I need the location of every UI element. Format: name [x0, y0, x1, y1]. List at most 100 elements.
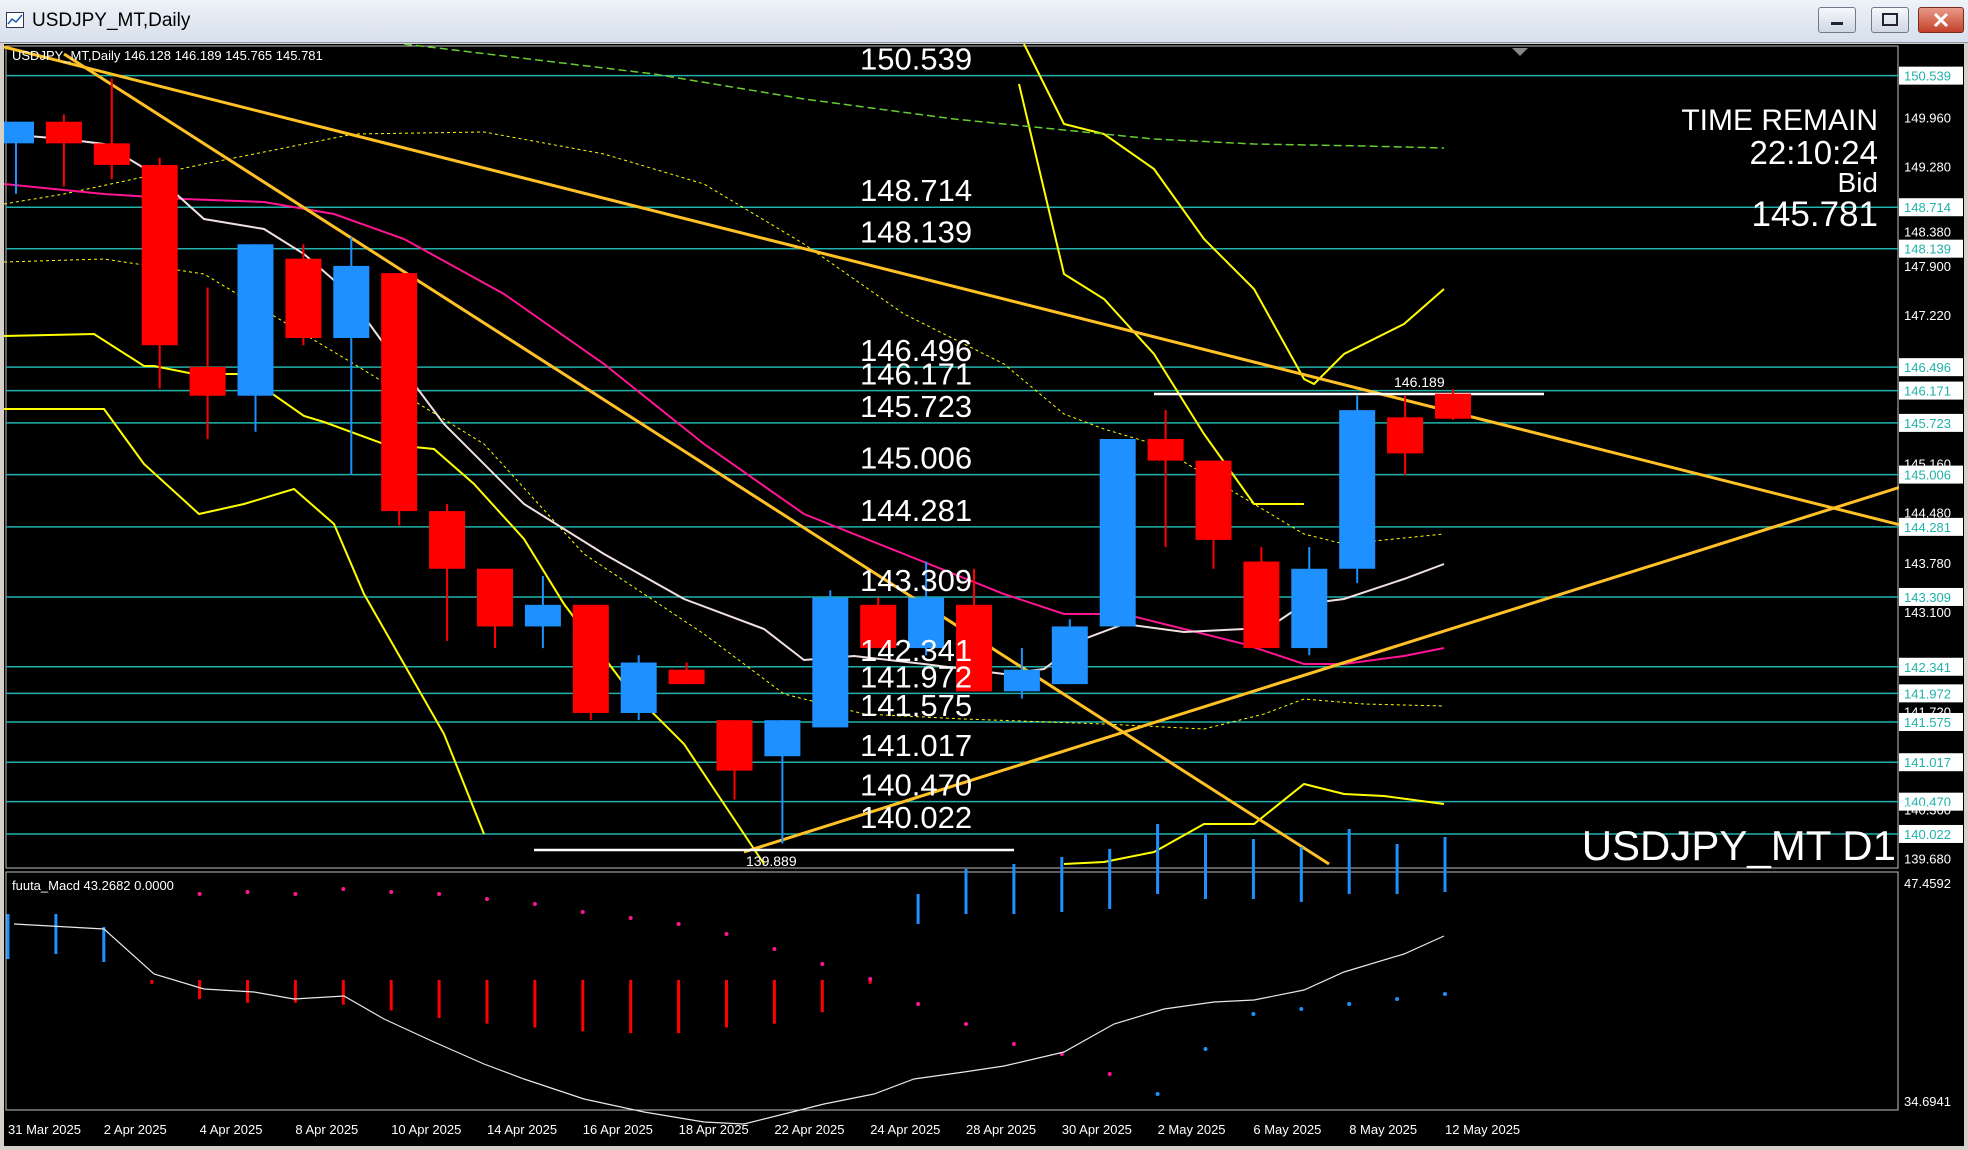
level-price-label: 145.006 — [860, 441, 972, 476]
candle-bear — [1147, 438, 1184, 461]
price-axis-label: 141.575 — [1904, 715, 1951, 730]
x-axis-label: 2 May 2025 — [1158, 1122, 1226, 1137]
macd-signal-dot — [1251, 1012, 1256, 1016]
macd-signal-dot — [245, 890, 250, 894]
candle-bull — [764, 720, 801, 757]
price-axis-label: 149.280 — [1904, 159, 1951, 174]
candle-bear — [45, 121, 82, 144]
price-axis-label: 149.960 — [1904, 110, 1951, 125]
candle-bull — [620, 662, 657, 713]
price-axis-label: 147.900 — [1904, 259, 1951, 274]
candle-bear — [141, 164, 178, 346]
price-axis-label: 146.171 — [1904, 384, 1951, 399]
ma-pink-line — [4, 183, 1445, 665]
x-axis-label: 12 May 2025 — [1445, 1122, 1520, 1137]
level-price-label: 140.470 — [860, 768, 972, 803]
price-chart[interactable]: 146.189 139.889 150.539 148.714 148.139 146.4… — [4, 44, 1964, 1146]
candle-bull — [1291, 568, 1328, 649]
x-axis-label: 24 Apr 2025 — [870, 1122, 940, 1137]
macd-axis-bottom: 34.6941 — [1904, 1094, 1951, 1109]
candle-bear — [668, 669, 705, 685]
candle-bear — [1243, 561, 1280, 649]
level-price-label: 148.139 — [860, 215, 972, 250]
level-price-label: 146.171 — [860, 357, 972, 392]
candle-bear — [93, 143, 130, 165]
minimize-button[interactable] — [1818, 7, 1856, 33]
window-titlebar: USDJPY_MT,Daily — [0, 0, 1968, 43]
price-axis-label: 146.496 — [1904, 360, 1951, 375]
bid-value: 145.781 — [1751, 195, 1878, 234]
macd-signal-dot — [628, 916, 633, 920]
symbol-watermark: USDJPY_MT D1 — [1582, 822, 1896, 869]
x-axis-label: 31 Mar 2025 — [8, 1122, 81, 1137]
x-axis-label: 28 Apr 2025 — [966, 1122, 1036, 1137]
envelope-line — [1023, 44, 1445, 386]
price-axis-label: 145.006 — [1904, 468, 1951, 483]
candle-bear — [477, 568, 513, 627]
candle-bear — [429, 511, 466, 569]
price-axis-label: 143.780 — [1904, 556, 1951, 571]
shift-marker-icon — [1512, 48, 1528, 56]
price-axis-label: 148.139 — [1904, 242, 1951, 257]
x-axis-label: 8 Apr 2025 — [295, 1122, 358, 1137]
price-axis-label: 148.714 — [1904, 200, 1951, 215]
macd-signal-dot — [820, 962, 825, 966]
price-axis-label: 144.281 — [1904, 520, 1951, 535]
candle-bull — [1003, 669, 1040, 692]
candle-bull — [237, 244, 274, 396]
macd-signal-dot — [389, 890, 394, 894]
macd-signal-dot — [1395, 997, 1400, 1001]
price-axis-label: 143.100 — [1904, 605, 1951, 620]
x-axis-label: 10 Apr 2025 — [391, 1122, 461, 1137]
candle-bull — [1099, 438, 1136, 627]
close-button[interactable] — [1918, 7, 1964, 33]
price-axis-label: 139.680 — [1904, 852, 1951, 867]
candle-bear — [381, 273, 418, 512]
macd-signal-dot — [1155, 1092, 1160, 1096]
candle-bear — [716, 720, 753, 771]
price-axis-label: 147.220 — [1904, 308, 1951, 323]
macd-signal-dot — [341, 887, 346, 891]
window-title: USDJPY_MT,Daily — [32, 10, 191, 31]
x-axis-label: 30 Apr 2025 — [1062, 1122, 1132, 1137]
macd-signal-dot — [532, 902, 537, 906]
price-axis-label: 142.341 — [1904, 660, 1951, 675]
macd-signal-dot — [437, 892, 442, 896]
time-remain-value: 22:10:24 — [1750, 134, 1878, 171]
candle-bear — [1195, 460, 1232, 540]
macd-line — [13, 923, 1445, 1125]
candle-bear — [572, 604, 609, 713]
chart-info-line: USDJPY_MT,Daily 146.128 146.189 145.765 … — [12, 48, 323, 63]
level-price-label: 150.539 — [860, 44, 972, 77]
minimize-icon — [1831, 22, 1843, 25]
macd-pane-border — [5, 871, 1899, 1111]
candle-bull — [1051, 626, 1088, 685]
macd-signal-dot — [1443, 992, 1447, 996]
low-marker-label: 139.889 — [746, 853, 797, 869]
price-axis-label: 150.539 — [1904, 69, 1951, 84]
macd-signal-dot — [1347, 1002, 1352, 1006]
macd-signal-dot — [772, 947, 777, 951]
chart-window-icon — [6, 12, 24, 28]
macd-signal-dot — [916, 1002, 921, 1006]
macd-signal-dot — [485, 897, 489, 901]
level-price-label: 141.575 — [860, 688, 972, 723]
x-axis-label: 16 Apr 2025 — [583, 1122, 653, 1137]
price-axis-label: 148.380 — [1904, 224, 1951, 239]
bid-label: Bid — [1838, 167, 1878, 198]
macd-signal-dot — [1107, 1072, 1112, 1076]
candle-bear — [1435, 393, 1471, 419]
price-axis-label: 141.972 — [1904, 686, 1951, 701]
level-price-label: 140.022 — [860, 800, 972, 835]
price-axis-label: 140.022 — [1904, 827, 1951, 842]
high-marker-label: 146.189 — [1394, 374, 1445, 390]
trendline-down-steep — [63, 52, 1330, 866]
macd-signal-dot — [724, 932, 729, 936]
macd-signal-dot — [964, 1022, 968, 1026]
x-axis-label: 22 Apr 2025 — [774, 1122, 844, 1137]
chart-area[interactable]: 146.189 139.889 150.539 148.714 148.139 146.4… — [4, 44, 1964, 1146]
x-axis-label: 8 May 2025 — [1349, 1122, 1417, 1137]
candle-bull — [524, 604, 561, 627]
x-axis-label: 18 Apr 2025 — [679, 1122, 749, 1137]
maximize-button[interactable] — [1871, 7, 1909, 33]
